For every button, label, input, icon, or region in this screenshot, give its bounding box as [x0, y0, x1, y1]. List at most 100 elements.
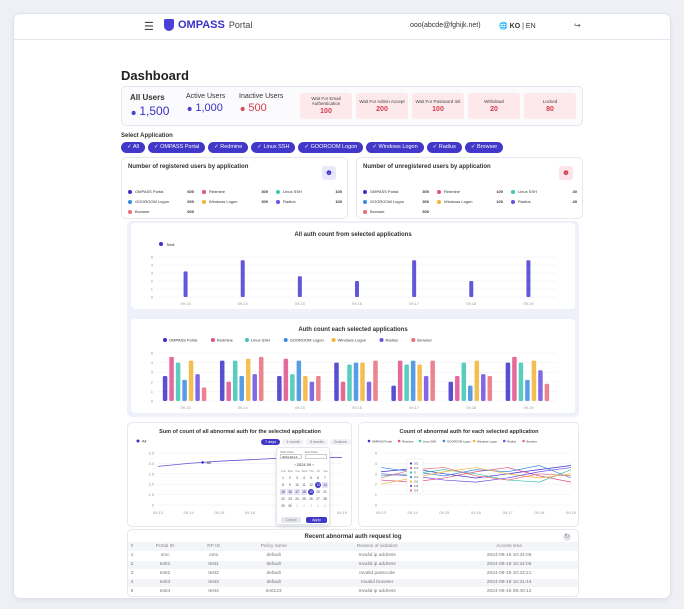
calendar-day[interactable]: 27: [315, 496, 321, 502]
range-tab[interactable]: Custom: [329, 439, 351, 445]
app-chip-all[interactable]: ✓ All: [121, 142, 145, 153]
stat-value: ☻ 1,500: [130, 104, 170, 118]
y-tick-label: 4: [375, 461, 378, 466]
app-chip-browser[interactable]: ✓ Browser: [464, 142, 504, 153]
calendar-day[interactable]: 5: [308, 475, 314, 481]
legend-dot: [276, 189, 280, 194]
y-tick-label: 5: [375, 451, 378, 456]
table-header-cell[interactable]: Policy name: [233, 542, 315, 551]
table-row[interactable]: 2 test1 test1 default Invalid ip address 2024…: [128, 559, 578, 569]
legend-value: 600: [187, 209, 194, 214]
app-chip-ompass-portal[interactable]: ✓ OMPASS Portal: [147, 142, 206, 153]
calendar-month[interactable]: ‹ 2024.09 ›: [277, 462, 331, 467]
calendar-day[interactable]: 22: [280, 496, 286, 502]
calendar-day[interactable]: 30: [287, 503, 293, 509]
range-tab[interactable]: 7 days: [261, 439, 281, 445]
calendar-day[interactable]: 11: [301, 482, 307, 488]
calendar-day[interactable]: 14: [322, 482, 328, 488]
calendar-day[interactable]: 6: [315, 475, 321, 481]
table-cell: test1: [193, 559, 234, 569]
calendar-day[interactable]: 26: [308, 496, 314, 502]
table-cell: 1: [128, 550, 137, 560]
app-chip-gooroom-logon[interactable]: ✓ GOOROOM Logon: [298, 142, 364, 153]
table-header-cell[interactable]: RP ID: [193, 542, 234, 551]
x-tick-label: 09.13: [153, 510, 164, 515]
calendar-day[interactable]: 19: [308, 489, 314, 495]
table-cell: 2024-09-18 09:40:12: [440, 586, 578, 596]
table-row[interactable]: 3 test2 test2 default Invalid passcode 2024-0…: [128, 568, 578, 578]
user-email[interactable]: ooo(abcde@fghijk.net): [410, 22, 481, 29]
legend-label: Redmine: [444, 189, 461, 194]
calendar-day[interactable]: 13: [315, 482, 321, 488]
table-row[interactable]: 1 omc omo default Invalid ip address 2024-09-…: [128, 550, 578, 560]
lang-en[interactable]: EN: [526, 23, 536, 30]
calendar-day[interactable]: 10: [294, 482, 300, 488]
calendar-day[interactable]: 18: [301, 489, 307, 495]
start-date-input[interactable]: 2024-09-13: [280, 454, 302, 459]
calendar-day[interactable]: 1: [280, 475, 286, 481]
stat-label: All Users: [130, 93, 165, 102]
range-tabs: 7 days 1 month 3 month Custom: [261, 439, 351, 445]
calendar-day[interactable]: 28: [322, 496, 328, 502]
stat-withdrawl: Withdrawl 20: [468, 93, 520, 119]
calendar-day[interactable]: 4: [301, 475, 307, 481]
calendar-day[interactable]: 29: [280, 503, 286, 509]
range-tab[interactable]: 3 month: [305, 439, 328, 445]
table-row[interactable]: 5 test4 test4 test123 Invalid ip address 2024…: [128, 586, 578, 596]
bar: [188, 360, 194, 401]
tooltip-label: All: [207, 460, 212, 465]
bar: [481, 374, 486, 401]
calendar-day[interactable]: 3: [294, 475, 300, 481]
logout-icon[interactable]: ↪: [574, 21, 581, 30]
lang-ko[interactable]: KO: [510, 23, 521, 30]
logo[interactable]: OMPASS Portal: [164, 19, 252, 31]
calendar-day[interactable]: 16: [287, 489, 293, 495]
calendar-day[interactable]: 21: [322, 489, 328, 495]
table-header-cell[interactable]: Reason of violation: [314, 542, 441, 551]
table-row[interactable]: 4 test3 test3 default Invalid browser 2024-09…: [128, 577, 578, 587]
calendar-day[interactable]: 2: [301, 503, 307, 509]
table-header-cell[interactable]: #: [128, 542, 137, 551]
table-header-cell[interactable]: Access time: [440, 542, 578, 551]
calendar-day[interactable]: 4: [315, 503, 321, 509]
calendar-day[interactable]: 3: [308, 503, 314, 509]
end-date-input[interactable]: [305, 454, 327, 459]
bar: [245, 358, 251, 401]
bar: [283, 358, 289, 401]
app-chip-redmine[interactable]: ✓ Redmine: [208, 142, 249, 153]
calendar-day[interactable]: 9: [287, 482, 293, 488]
calendar-day[interactable]: 2: [287, 475, 293, 481]
app-chip-radius[interactable]: ✓ Radius: [426, 142, 462, 153]
bar: [397, 360, 403, 401]
legend-label: GOOROOM Logon: [370, 199, 405, 204]
refresh-icon[interactable]: ↻: [563, 533, 571, 541]
calendar-day[interactable]: 20: [315, 489, 321, 495]
app-chip-linux-ssh[interactable]: ✓ Linux SSH: [251, 142, 296, 153]
legend-label: Browser: [135, 209, 150, 214]
calendar-day[interactable]: 25: [301, 496, 307, 502]
bar: [461, 362, 467, 401]
app-chip-windows-logon[interactable]: ✓ Windows Logon: [366, 142, 424, 153]
range-tab[interactable]: 1 month: [282, 439, 304, 445]
calendar-day[interactable]: 7: [322, 475, 328, 481]
apply-button[interactable]: Apply: [306, 517, 327, 523]
table-header-cell[interactable]: Portal ID: [136, 542, 194, 551]
cancel-button[interactable]: Cancel: [281, 517, 301, 523]
bar: [175, 362, 181, 401]
bar: [290, 374, 295, 401]
calendar-day[interactable]: 15: [280, 489, 286, 495]
calendar-day[interactable]: 12: [308, 482, 314, 488]
legend-label: Linux SSH: [423, 439, 436, 443]
calendar-day[interactable]: 23: [287, 496, 293, 502]
legend-label: Linux SSH: [283, 189, 302, 194]
calendar-day[interactable]: 1: [294, 503, 300, 509]
calendar-day[interactable]: 5: [322, 503, 328, 509]
legend-dot: [437, 199, 441, 204]
menu-icon[interactable]: ☰: [144, 20, 154, 33]
calendar-day[interactable]: 24: [294, 496, 300, 502]
legend-label: Radius: [386, 338, 398, 343]
bar: [258, 356, 264, 401]
table-cell: Invalid browser: [314, 577, 441, 587]
calendar-day[interactable]: 17: [294, 489, 300, 495]
calendar-day[interactable]: 8: [280, 482, 286, 488]
